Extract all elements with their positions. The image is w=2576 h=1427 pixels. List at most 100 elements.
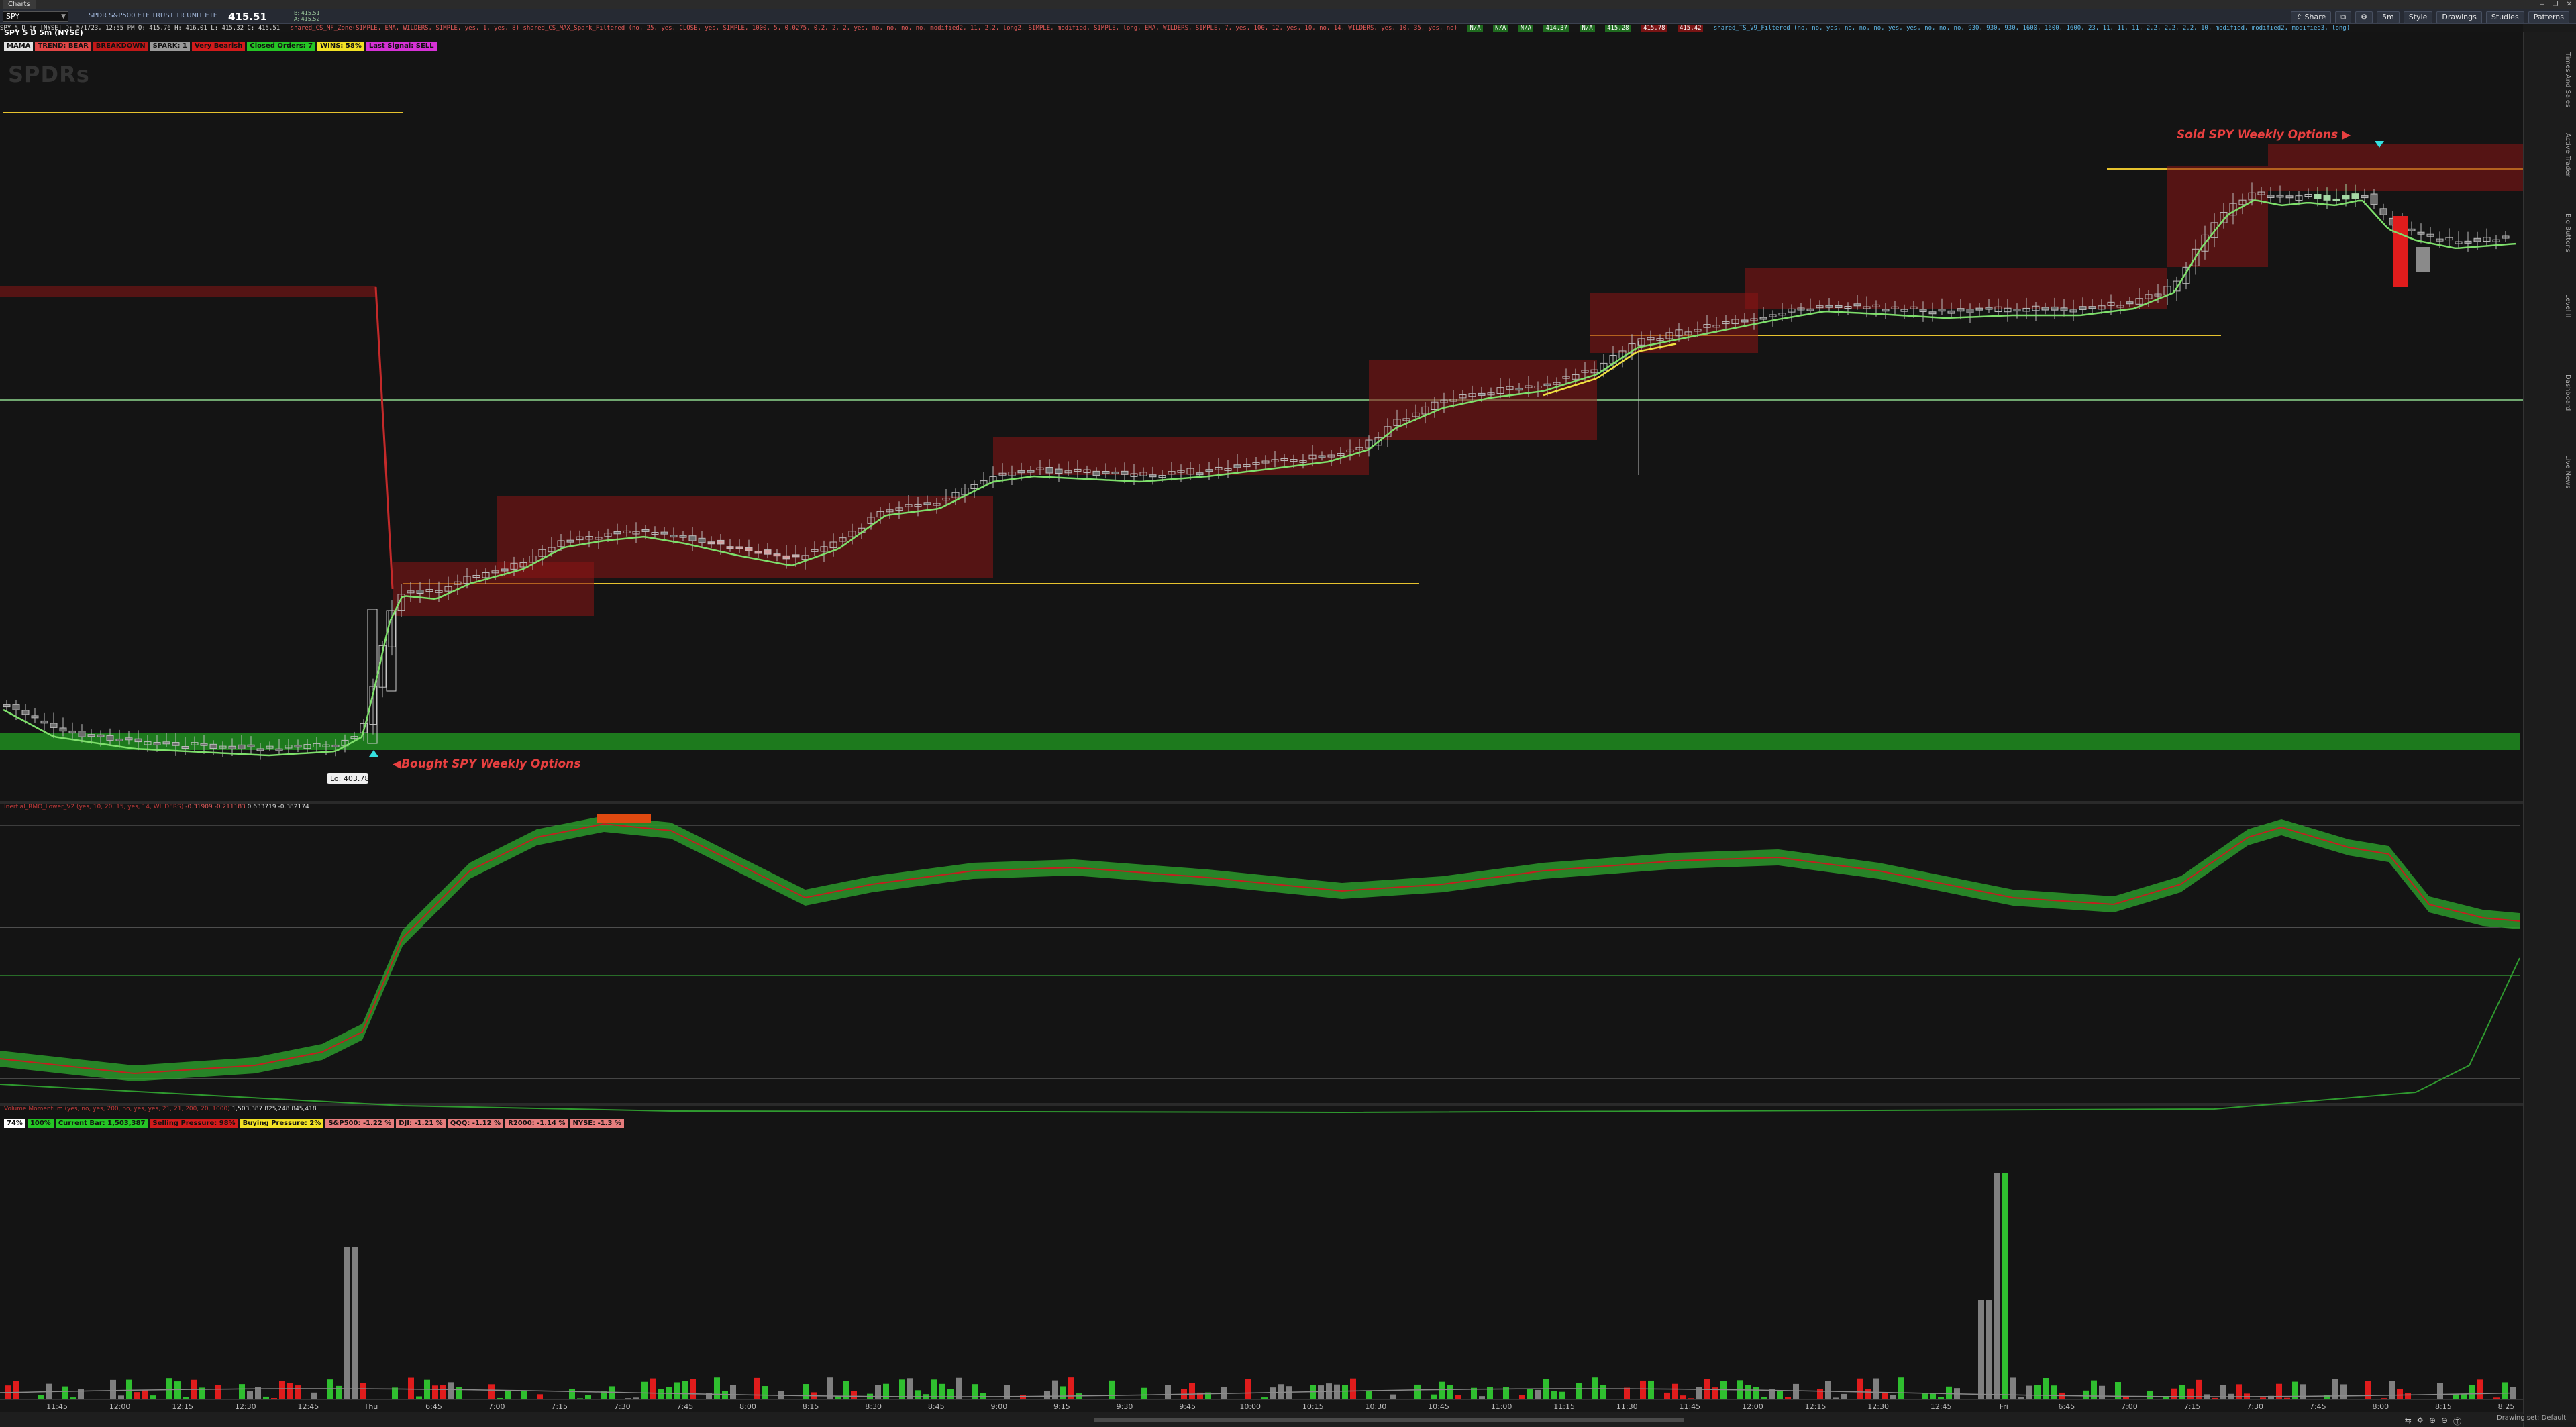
scrollbar-thumb[interactable] <box>1094 1418 1684 1422</box>
study-value-5: N/A <box>1580 25 1595 32</box>
candle-body <box>416 590 424 594</box>
buy-annotation: ◀Bought SPY Weekly Options <box>393 757 580 771</box>
time-label: 11:45 <box>46 1402 68 1411</box>
time-label: 8:00 <box>2372 1402 2389 1411</box>
candle-body <box>1027 470 1035 473</box>
candle-body <box>717 539 725 545</box>
study-value-1: N/A <box>1467 25 1483 32</box>
time-label: 11:00 <box>1490 1402 1512 1411</box>
panel-tab-4[interactable]: Dashboard <box>2561 374 2573 411</box>
window-titlebar: Charts ‒ ❐ ✕ <box>0 0 2576 9</box>
zoom-tool-icon[interactable]: ⇆ <box>2405 1416 2412 1427</box>
symbol-description: SPDR S&P500 ETF TRUST TR UNIT ETF <box>89 12 217 19</box>
candle-body <box>2408 228 2416 231</box>
candle-body <box>1957 308 1965 312</box>
zoom-tool-icon[interactable]: Ⓣ <box>2453 1416 2461 1427</box>
candle-body <box>2361 195 2369 199</box>
volume-bar <box>352 1247 358 1412</box>
candle-body <box>1543 383 1551 386</box>
candle-body <box>923 502 931 505</box>
toolbar-button-patterns[interactable]: Patterns <box>2528 11 2569 23</box>
time-label: 7:15 <box>2183 1402 2201 1411</box>
candle-body <box>12 704 20 710</box>
candle-body <box>2370 193 2378 205</box>
toolbar-button-studies[interactable]: Studies <box>2485 11 2524 23</box>
volume-study-name: Volume Momentum (yes, no, yes, 200, no, … <box>4 1106 230 1112</box>
candle-body <box>1835 305 1843 309</box>
toolbar-button-timeframe[interactable]: 5m <box>2377 11 2400 23</box>
time-label: 7:45 <box>676 1402 694 1411</box>
panel-tab-3[interactable]: Level II <box>2561 294 2573 317</box>
toolbar-button-gear[interactable]: ⚙ <box>2355 11 2373 23</box>
candle-body <box>2464 240 2472 244</box>
zoom-tool-icon[interactable]: ⊕ <box>2429 1416 2436 1427</box>
candle-body <box>1111 471 1119 474</box>
restore-icon[interactable]: ❐ <box>2553 0 2559 9</box>
chart-canvas[interactable]: 416.35416.05415.51415.11414.64414.18413.… <box>0 28 2523 1412</box>
time-label: 7:15 <box>551 1402 568 1411</box>
chart-layers: 416.35416.05415.51415.11414.64414.18413.… <box>0 112 2523 1412</box>
candle-gap-up <box>367 609 378 744</box>
time-label: 8:30 <box>865 1402 882 1411</box>
candle-body <box>2323 195 2331 201</box>
zoom-tool-icon[interactable]: ✥ <box>2417 1416 2424 1427</box>
candle-body <box>679 535 687 538</box>
last-price: 415.51 <box>228 11 267 23</box>
candle-body <box>1966 309 1974 313</box>
osc-value-1: -0.31909 <box>185 804 213 810</box>
low-tag: Lo: 403.78 <box>330 774 369 783</box>
share-icon: ⇪ Share <box>2296 13 2326 21</box>
ask-value: A: 415.52 <box>294 16 320 22</box>
candle-body <box>1919 309 1927 313</box>
study-params-tail: shared_TS_V9_Filtered (no, no, yes, no, … <box>1713 25 2351 32</box>
candle-body <box>1938 309 1946 312</box>
oscillator-panel <box>0 814 2520 1114</box>
candle-body <box>1017 470 1025 474</box>
charts-tab[interactable]: Charts <box>3 0 36 9</box>
osc-peak-tag <box>597 814 651 823</box>
panel-tab-5[interactable]: Live News <box>2561 455 2573 489</box>
study-value-2: N/A <box>1493 25 1508 32</box>
chart-svg[interactable]: 416.35416.05415.51415.11414.64414.18413.… <box>0 32 2523 1412</box>
candle-body <box>3 704 11 708</box>
symbol-input[interactable]: SPY ▼ <box>3 11 68 22</box>
panel-tab-2[interactable]: Big Buttons <box>2561 213 2573 252</box>
volume-badge-4: Buying Pressure: 2% <box>240 1119 324 1128</box>
time-label: 9:15 <box>1053 1402 1070 1411</box>
drawing-set[interactable]: Drawing set: Default <box>2497 1414 2576 1422</box>
candle-body <box>2276 195 2284 198</box>
candle-body <box>670 535 678 538</box>
gear-icon: ⚙ <box>2361 13 2368 21</box>
candle-body <box>115 738 123 741</box>
minimize-icon[interactable]: ‒ <box>2540 0 2544 9</box>
chart-scrollbar[interactable]: ⇆ ✥ ⊕ ⊖ Ⓣ <box>0 1412 2523 1427</box>
toolbar-button-share[interactable]: ⇪ Share <box>2290 11 2332 23</box>
time-label: Thu <box>364 1402 378 1411</box>
candle-body <box>501 568 509 572</box>
close-icon[interactable]: ✕ <box>2567 0 2572 9</box>
chevron-down-icon[interactable]: ▼ <box>61 12 66 21</box>
time-label: 9:30 <box>1116 1402 1133 1411</box>
zoom-tool-icon[interactable]: ⊖ <box>2441 1416 2448 1427</box>
vol-value-1: 1,503,387 <box>231 1106 263 1112</box>
supply-zone <box>1745 268 2167 309</box>
osc-value-4: -0.382174 <box>278 804 309 810</box>
volume-badge-0: 74% <box>4 1119 25 1128</box>
osc-slow-line <box>0 957 2520 1114</box>
panel-tab-0[interactable]: Times And Sales <box>2561 52 2573 107</box>
candle-body <box>1806 308 1814 311</box>
candle-body <box>698 537 706 543</box>
candle-body <box>50 723 58 728</box>
panel-tab-1[interactable]: Active Trader <box>2561 133 2573 177</box>
toolbar-button-layout[interactable]: ⧉ <box>2335 11 2352 23</box>
toolbar-button-style[interactable]: Style <box>2403 11 2433 23</box>
candle-body <box>2342 195 2350 200</box>
candle-big-bear <box>2393 216 2408 287</box>
volume-badge-2: Current Bar: 1,503,387 <box>55 1119 148 1128</box>
volume-badge-5: S&P500: -1.22 % <box>325 1119 395 1128</box>
time-label: 9:00 <box>990 1402 1008 1411</box>
time-label: 12:00 <box>109 1402 131 1411</box>
supply-zone <box>497 496 993 578</box>
toolbar-button-drawings[interactable]: Drawings <box>2436 11 2482 23</box>
candle-body <box>2013 309 2021 312</box>
